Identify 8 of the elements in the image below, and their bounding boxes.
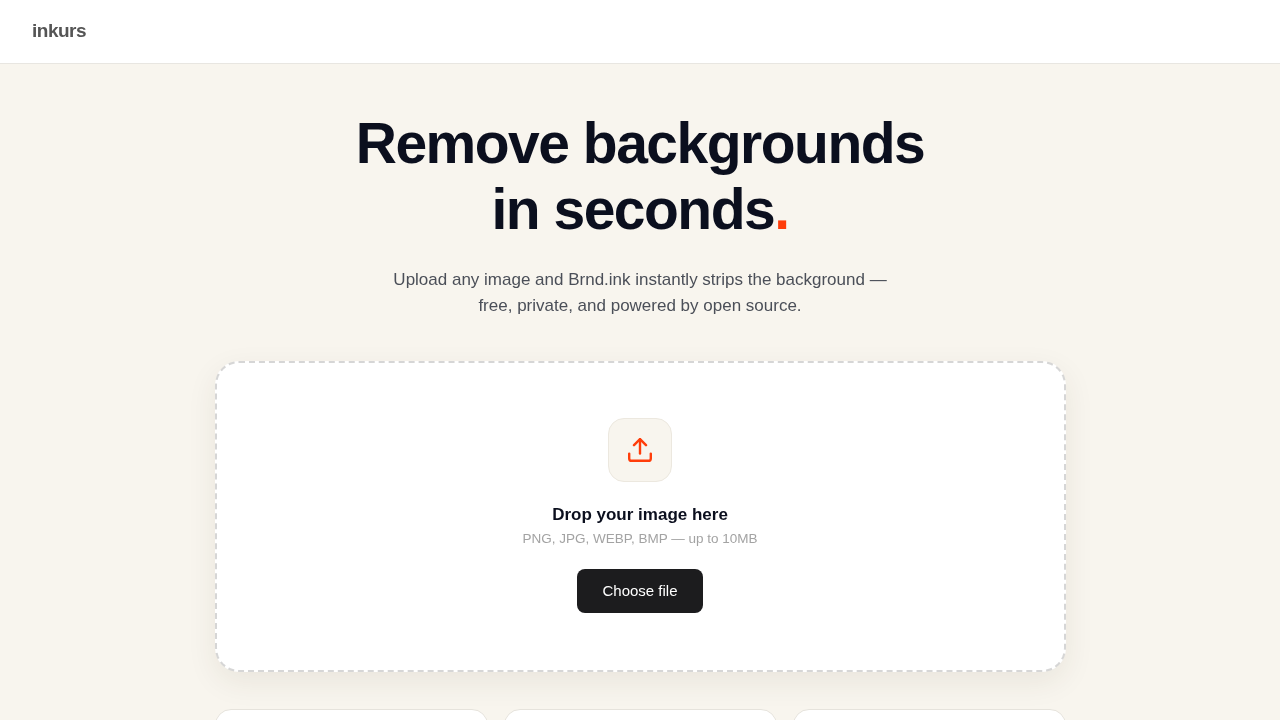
- file-format-hint: PNG, JPG, WEBP, BMP — up to 10MB: [522, 530, 758, 548]
- upload-icon: [628, 438, 652, 462]
- logo[interactable]: inkurs: [32, 17, 87, 46]
- drop-title: Drop your image here: [552, 504, 728, 526]
- hero-description: Upload any image and Brnd.ink instantly strips the background — free, private, and powered by open source.: [393, 269, 887, 317]
- drop-zone[interactable]: Drop your image here PNG, JPG, WEBP, BMP — up to 10MB Choose file: [214, 361, 1066, 672]
- hero-heading: Remove backgrounds in seconds.: [355, 110, 925, 242]
- choose-file-button[interactable]: Choose file: [577, 569, 703, 613]
